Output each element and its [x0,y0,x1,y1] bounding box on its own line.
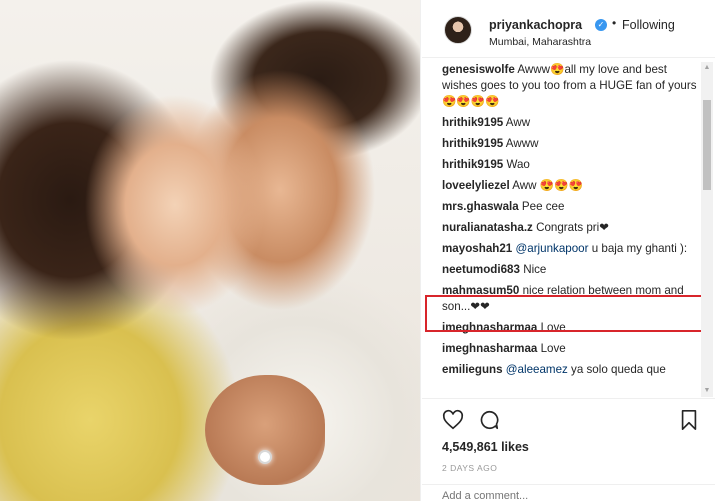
comment-username[interactable]: mrs.ghaswala [442,200,519,213]
comment-item: nuralianatasha.z Congrats pri❤ [442,220,704,236]
comment-mention[interactable]: @arjunkapoor [512,242,588,255]
comment-highlight-box [425,295,709,332]
add-comment-input[interactable] [442,489,692,501]
comment-username[interactable]: neetumodi683 [442,263,520,276]
verified-badge-icon: ✓ [595,19,607,31]
comment-item: genesiswolfe Awww😍all my love and best w… [442,62,704,110]
comments-scrollbar[interactable]: ▲ ▼ [701,62,713,397]
speech-bubble-icon[interactable] [478,409,500,431]
comments-list[interactable]: genesiswolfe Awww😍all my love and best w… [442,62,704,396]
comment-item: mayoshah21 @arjunkapoor u baja my ghanti… [442,241,704,257]
photo-ring [258,450,272,464]
comment-text: Aww 😍😍😍 [509,179,584,192]
post-location[interactable]: Mumbai, Maharashtra [489,36,591,48]
comment-text: Congrats pri❤ [532,221,609,234]
comment-username[interactable]: loveelyliezel [442,179,510,192]
bookmark-icon[interactable] [678,409,700,431]
comment-text: Nice [519,263,547,276]
comment-username[interactable]: mayoshah21 [442,242,512,255]
comment-text: Pee cee [518,200,565,213]
comment-text: Awww [503,137,539,150]
post-timestamp[interactable]: 2 DAYS AGO [442,463,497,473]
heart-outline-icon[interactable] [442,409,464,431]
comment-item: imeghnasharmaa Love [442,341,704,357]
comment-text: Love [537,342,566,355]
comment-item: hrithik9195 Aww [442,115,704,131]
comment-item: neetumodi683 Nice [442,262,704,278]
comment-mention[interactable]: @aleeamez [503,363,568,376]
comment-username[interactable]: imeghnasharmaa [442,342,537,355]
comment-item: loveelyliezel Aww 😍😍😍 [442,178,704,194]
post-actions: 4,549,861 likes 2 DAYS AGO [422,398,715,501]
comment-username[interactable]: nuralianatasha.z [442,221,533,234]
comment-username[interactable]: hrithik9195 [442,116,503,129]
comment-text: Wao [503,158,530,171]
likes-count[interactable]: 4,549,861 likes [442,440,529,454]
post-username[interactable]: priyankachopra [489,18,582,32]
post-header: priyankachopra ✓ • Following Mumbai, Mah… [422,0,715,58]
comment-item: hrithik9195 Wao [442,157,704,173]
divider [422,484,715,485]
scroll-up-arrow-icon[interactable]: ▲ [701,62,713,74]
post-side-panel: priyankachopra ✓ • Following Mumbai, Mah… [422,0,715,501]
comment-item: mrs.ghaswala Pee cee [442,199,704,215]
photo-hand [205,375,325,485]
comment-text: Aww [503,116,531,129]
scrollbar-thumb[interactable] [703,100,711,190]
comment-text: u baja my ghanti ): [588,242,688,255]
separator-dot: • [612,16,617,30]
comment-text: ya solo queda que [567,363,666,376]
post-photo[interactable] [0,0,421,501]
comment-username[interactable]: emilieguns [442,363,503,376]
following-button[interactable]: Following [622,18,675,32]
comment-username[interactable]: genesiswolfe [442,63,515,76]
scroll-down-arrow-icon[interactable]: ▼ [701,385,713,397]
avatar[interactable] [444,16,472,44]
comment-username[interactable]: hrithik9195 [442,137,503,150]
comment-item: hrithik9195 Awww [442,136,704,152]
comment-username[interactable]: hrithik9195 [442,158,503,171]
comment-item: emilieguns @aleeamez ya solo queda que [442,362,704,378]
